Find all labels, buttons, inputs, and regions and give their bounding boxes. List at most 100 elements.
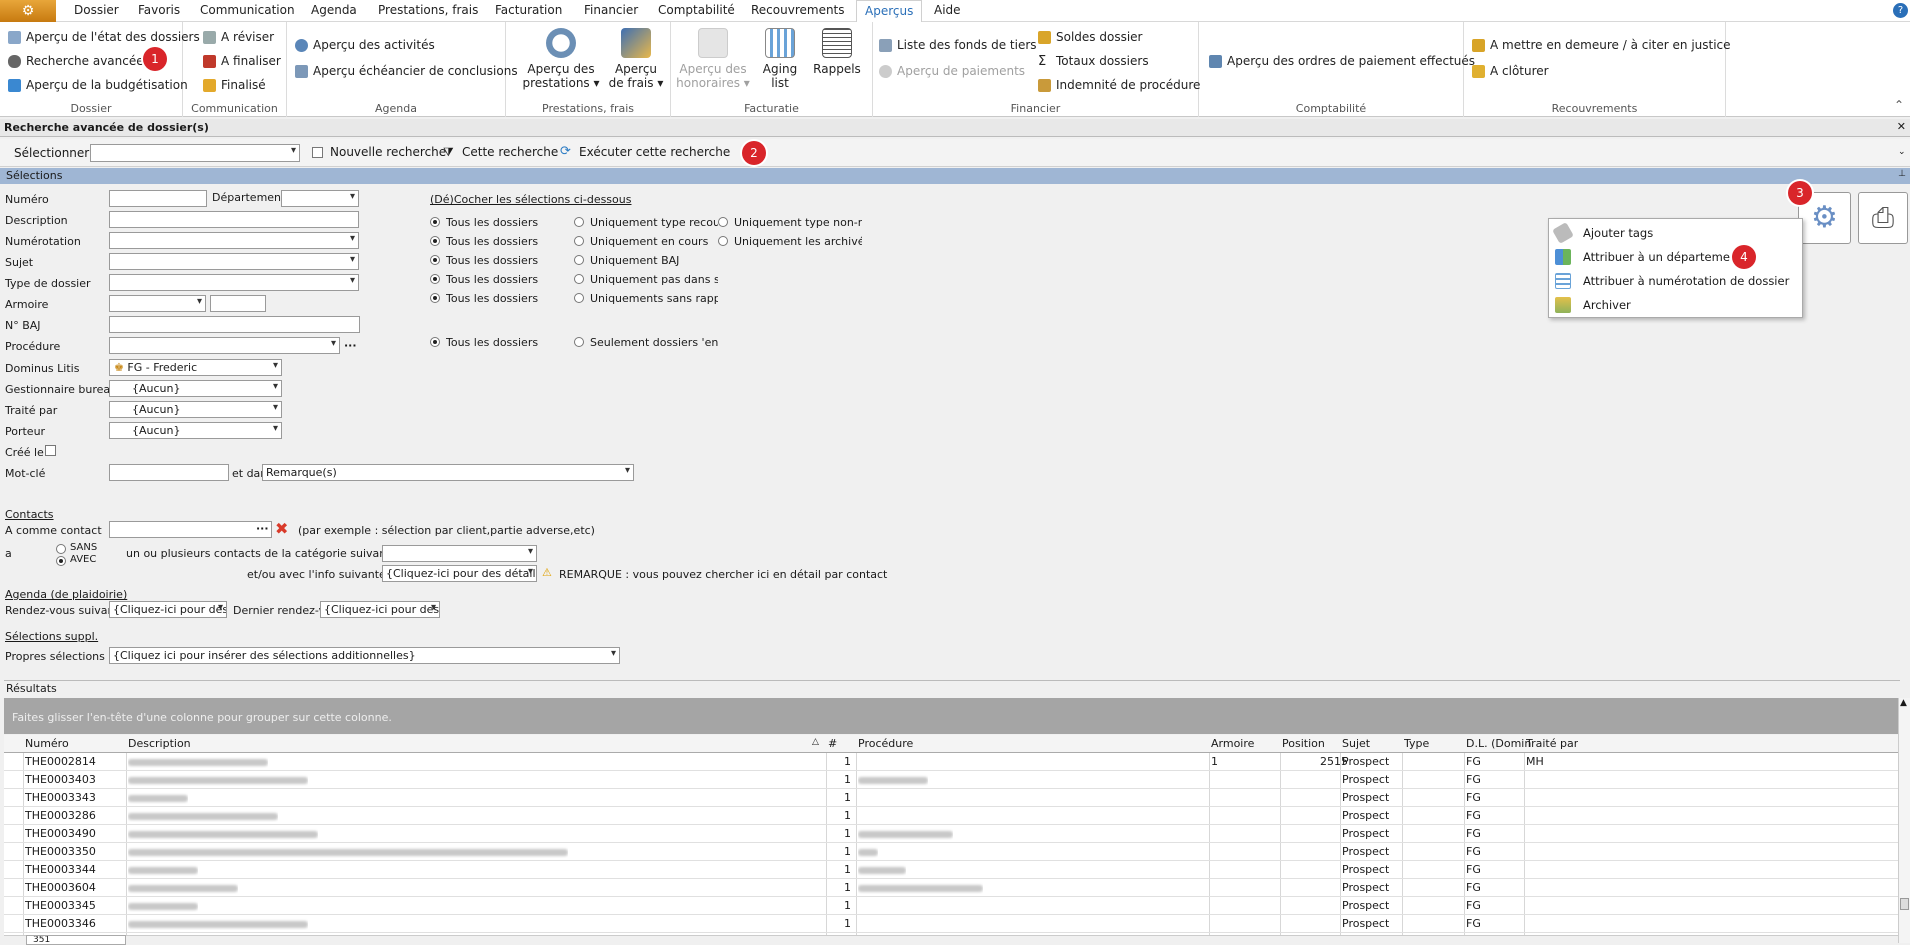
tab-dossier[interactable]: Dossier [74, 3, 119, 17]
tab-communication[interactable]: Communication [200, 3, 295, 17]
table-row[interactable]: THE0002814 1 1 2515 Prospect FG MH [4, 753, 1898, 771]
table-row[interactable]: THE0003403 1 Prospect FG [4, 771, 1898, 789]
tab-aide[interactable]: Aide [934, 3, 961, 17]
menu-item-archiver[interactable]: Archiver [1549, 293, 1802, 317]
mot-cle-input[interactable] [109, 464, 229, 481]
apercu-honoraires-button[interactable]: Aperçu des honoraires ▾ [675, 28, 751, 90]
column-header[interactable]: Description [128, 737, 191, 750]
sort-icon[interactable]: △ [812, 737, 819, 747]
type-dossier-select[interactable] [109, 274, 359, 291]
gestionnaire-select[interactable]: {Aucun} [109, 380, 282, 397]
tab-agenda[interactable]: Agenda [311, 3, 357, 17]
overflow-icon[interactable]: ⌄ [1898, 147, 1906, 157]
menu-item-attribuer-departement[interactable]: Attribuer à un département [1549, 245, 1802, 269]
rdv-suivant-select[interactable]: {Cliquez-ici pour des [109, 601, 227, 618]
armoire-select[interactable] [109, 295, 206, 312]
table-row[interactable]: THE0003286 1 Prospect FG [4, 807, 1898, 825]
this-search-button[interactable]: Cette recherche [462, 145, 558, 159]
tab-financier[interactable]: Financier [584, 3, 638, 17]
close-panel-icon[interactable]: ✕ [1897, 120, 1906, 133]
avec-radio[interactable] [56, 556, 66, 566]
option-radio[interactable] [430, 255, 440, 265]
menu-item-ajouter-tags[interactable]: Ajouter tags [1549, 221, 1802, 245]
sujet-select[interactable] [109, 253, 359, 270]
sans-radio[interactable] [56, 544, 66, 554]
filter-icon[interactable]: ⧩ [443, 145, 454, 160]
column-header[interactable]: Procédure [858, 737, 913, 750]
procedure-select[interactable] [109, 337, 340, 354]
description-input[interactable] [109, 211, 359, 228]
aging-list-button[interactable]: Aging list [755, 28, 805, 90]
cree-le-checkbox[interactable] [45, 445, 56, 456]
pin-icon[interactable]: ⊥ [1898, 169, 1906, 179]
option-radio[interactable] [430, 293, 440, 303]
apercu-activites-button[interactable]: Aperçu des activités [295, 38, 435, 52]
column-header[interactable]: Numéro [25, 737, 69, 750]
option-radio[interactable] [574, 337, 584, 347]
baj-input[interactable] [109, 316, 360, 333]
mettre-en-demeure-button[interactable]: A mettre en demeure / à citer en justice [1472, 38, 1731, 52]
budgetisation-button[interactable]: Aperçu de la budgétisation [8, 78, 188, 92]
refresh-icon[interactable]: ⟳ [560, 144, 571, 159]
armoire-position-input[interactable] [210, 295, 266, 312]
column-header[interactable]: Type [1404, 737, 1429, 750]
table-row[interactable]: THE0003343 1 Prospect FG [4, 789, 1898, 807]
tab-favoris[interactable]: Favoris [138, 3, 180, 17]
option-radio[interactable] [574, 293, 584, 303]
table-row[interactable]: THE0003490 1 Prospect FG [4, 825, 1898, 843]
option-radio[interactable] [718, 236, 728, 246]
apercu-paiements-button[interactable]: Aperçu de paiements [879, 64, 1025, 78]
toggle-selections-link[interactable]: (Dé)Cocher les sélections ci-dessous [430, 193, 631, 206]
recherche-avancee-button[interactable]: Recherche avancée [8, 54, 144, 68]
procedure-more-button[interactable]: ··· [344, 339, 357, 352]
option-radio[interactable] [574, 255, 584, 265]
numerotation-select[interactable] [109, 232, 359, 249]
categorie-select[interactable] [382, 545, 537, 562]
column-header[interactable]: # [828, 737, 837, 750]
apercu-frais-button[interactable]: Aperçu de frais ▾ [606, 28, 666, 90]
group-by-bar[interactable]: Faites glisser l'en-tête d'une colonne p… [4, 698, 1898, 734]
new-search-label[interactable]: Nouvelle recherche [330, 145, 446, 159]
table-row[interactable]: THE0003350 1 Prospect FG [4, 843, 1898, 861]
dominus-select[interactable]: ♚ FG - Frederic [109, 359, 282, 376]
numero-input[interactable] [109, 190, 207, 207]
column-header[interactable]: D.L. (Domin [1466, 737, 1531, 750]
menu-item-attribuer-numerotation[interactable]: Attribuer à numérotation de dossier [1549, 269, 1802, 293]
column-header[interactable]: Position [1282, 737, 1325, 750]
option-radio[interactable] [718, 217, 728, 227]
totaux-dossiers-button[interactable]: Σ Totaux dossiers [1038, 54, 1149, 68]
tab-comptabilite[interactable]: Comptabilité [658, 3, 735, 17]
collapse-ribbon-icon[interactable]: ⌃ [1894, 98, 1904, 112]
app-gear-icon[interactable]: ⚙ [0, 0, 56, 22]
option-radio[interactable] [574, 236, 584, 246]
table-row[interactable]: THE0003345 1 Prospect FG [4, 897, 1898, 915]
table-row[interactable]: THE0003604 1 Prospect FG [4, 879, 1898, 897]
propres-selections-select[interactable]: {Cliquez ici pour insérer des sélections… [109, 647, 620, 664]
new-search-checkbox[interactable] [312, 147, 323, 158]
clear-contact-icon[interactable]: ✖ [275, 519, 288, 538]
traite-par-select[interactable]: {Aucun} [109, 401, 282, 418]
table-row[interactable]: THE0003346 1 Prospect FG [4, 915, 1898, 933]
porteur-select[interactable]: {Aucun} [109, 422, 282, 439]
saved-search-select[interactable] [90, 144, 300, 162]
dernier-rdv-select[interactable]: {Cliquez-ici pour des [320, 601, 440, 618]
echeancier-button[interactable]: Aperçu échéancier de conclusions [295, 64, 518, 78]
departement-select[interactable] [281, 190, 359, 207]
remarque-select[interactable]: Remarque(s) [262, 464, 634, 481]
contact-input[interactable] [109, 521, 272, 538]
ordres-paiement-button[interactable]: Aperçu des ordres de paiement effectués [1209, 54, 1475, 68]
scroll-up-icon[interactable]: ▲ [1900, 698, 1907, 708]
column-header[interactable]: Traité par [1526, 737, 1578, 750]
print-button[interactable]: ⎙ [1858, 192, 1908, 244]
soldes-dossier-button[interactable]: Soldes dossier [1038, 30, 1142, 44]
a-cloturer-button[interactable]: A clôturer [1472, 64, 1549, 78]
tab-recouvrements[interactable]: Recouvrements [751, 3, 845, 17]
fonds-tiers-button[interactable]: Liste des fonds de tiers [879, 38, 1037, 52]
help-icon[interactable]: ? [1893, 3, 1908, 18]
tab-facturation[interactable]: Facturation [495, 3, 562, 17]
etat-dossiers-button[interactable]: Aperçu de l'état des dossiers [8, 30, 200, 44]
option-radio[interactable] [574, 274, 584, 284]
option-radio[interactable] [430, 337, 440, 347]
option-radio[interactable] [430, 274, 440, 284]
finalise-button[interactable]: Finalisé [203, 78, 266, 92]
